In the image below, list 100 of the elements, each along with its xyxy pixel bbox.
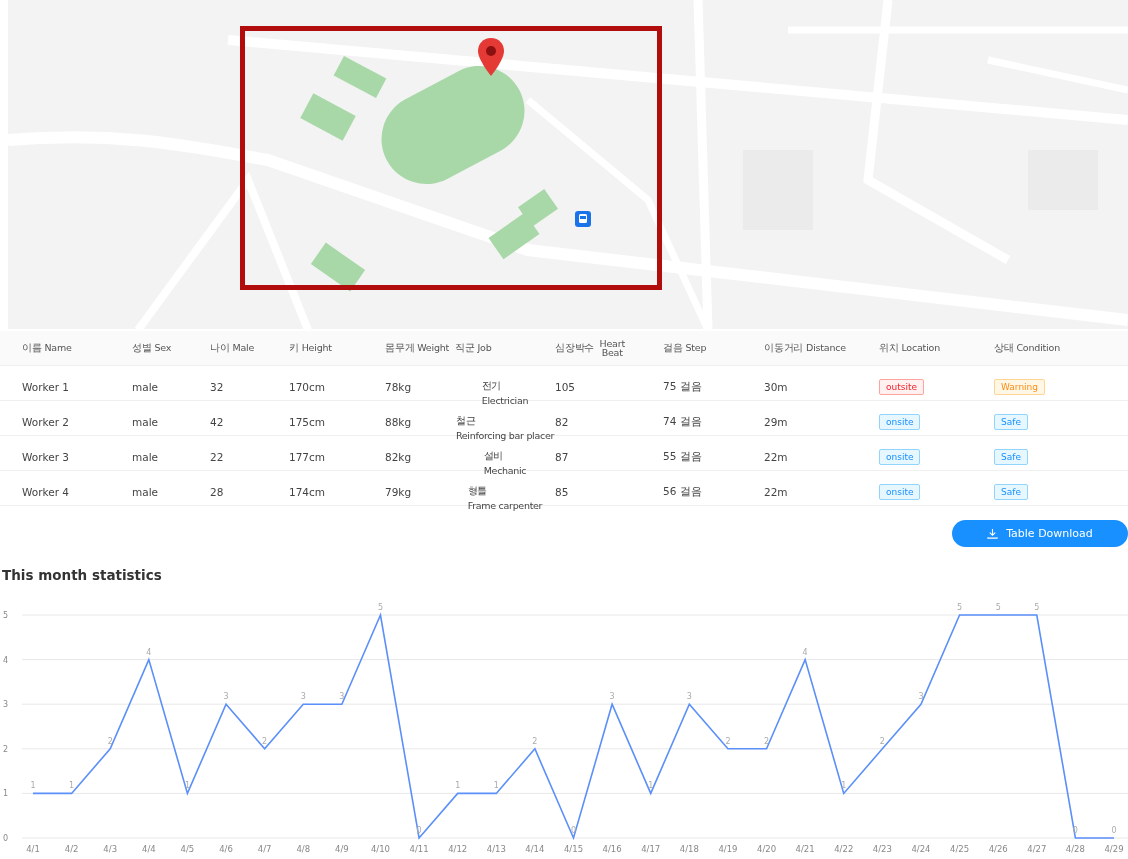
table-cell-text: 82: [555, 416, 570, 428]
axis-label: 4/19: [718, 844, 738, 854]
axis-label: 4/4: [142, 844, 156, 854]
data-label: 1: [493, 781, 499, 791]
axis-label: 4/14: [525, 844, 545, 854]
table-cell-text: male: [132, 416, 160, 428]
table-cell-text: 177cm: [289, 451, 327, 463]
data-label: 3: [300, 692, 306, 702]
axis-label: 4/28: [1065, 844, 1085, 854]
column-header: 성별 Sex: [132, 341, 172, 355]
table-cell-text: Worker 4: [22, 486, 70, 498]
table-cell-text: Worker 3: [22, 451, 70, 463]
column-header: 이동거리 Distance: [764, 341, 846, 355]
axis-label: 4/21: [795, 844, 815, 854]
data-label: 1: [841, 781, 847, 791]
axis-label: 4/23: [872, 844, 892, 854]
data-label: 2: [532, 736, 538, 746]
table-cell-text: 78kg: [385, 381, 413, 393]
axis-label: 4/20: [757, 844, 777, 854]
column-header: 몸무게 Weight: [385, 341, 450, 355]
data-label: 3: [609, 692, 615, 702]
axis-label: 4/17: [641, 844, 661, 854]
axis-label: 4/3: [103, 844, 118, 854]
axis-label: 1: [3, 789, 9, 799]
table-cell-text: 22m: [764, 451, 789, 463]
axis-label: 4/7: [257, 844, 272, 854]
condition-tag: Warning: [994, 379, 1045, 395]
table-cell-text: 철근 Reinforcing bar placer: [455, 414, 555, 443]
axis-label: 4/9: [335, 844, 349, 854]
axis-label: 4/16: [602, 844, 622, 854]
table-cell-text: 105: [555, 381, 577, 393]
table-cell-text: 174cm: [289, 486, 327, 498]
axis-label: 4/26: [988, 844, 1008, 854]
condition-tag: Safe: [994, 414, 1028, 430]
data-label: 2: [107, 736, 113, 746]
axis-label: 4/24: [911, 844, 931, 854]
download-button[interactable]: Table Download: [952, 520, 1128, 547]
table-cell-text: 29m: [764, 416, 789, 428]
data-label: 3: [339, 692, 345, 702]
axis-label: 2: [3, 744, 9, 754]
table-cell-text: 22m: [764, 486, 789, 498]
axis-label: 4/22: [834, 844, 854, 854]
table-cell-text: 30m: [764, 381, 789, 393]
location-tag: onsite: [879, 449, 921, 465]
table-cell-text: 88kg: [385, 416, 413, 428]
table-cell-text: 75 걸음: [663, 380, 703, 394]
axis-label: 0: [3, 834, 9, 843]
download-icon: [987, 528, 999, 539]
table-cell-text: 32: [210, 381, 225, 393]
table-cell-text: 79kg: [385, 486, 413, 498]
table-cell-text: 85: [555, 486, 570, 498]
axis-label: 4/11: [409, 844, 429, 854]
table-cell-text: 전기 Electrician: [481, 379, 529, 408]
data-label: 0: [1072, 826, 1078, 835]
data-label: 4: [146, 647, 152, 657]
table-cell-text: 형틀 Frame carpenter: [467, 484, 543, 513]
table-cell-text: male: [132, 381, 160, 393]
table-cell-text: 22: [210, 451, 225, 463]
data-label: 2: [262, 736, 268, 746]
data-label: 2: [879, 736, 885, 746]
axis-label: 4/25: [950, 844, 970, 854]
bus-stop-icon: [575, 211, 591, 227]
axis-label: 4/6: [219, 844, 233, 854]
data-label: 5: [957, 603, 963, 612]
table-cell-text: male: [132, 451, 160, 463]
data-label: 2: [725, 736, 731, 746]
axis-label: 4/1: [26, 844, 40, 854]
axis-label: 4/12: [448, 844, 468, 854]
condition-tag: Safe: [994, 449, 1028, 465]
axis-label: 4/13: [486, 844, 506, 854]
location-tag: outsite: [879, 379, 924, 395]
column-header: 걸음 Step: [663, 341, 707, 355]
axis-label: 4: [3, 655, 9, 665]
table-cell-text: 42: [210, 416, 225, 428]
data-label: 0: [1111, 826, 1117, 835]
table-cell-text: 175cm: [289, 416, 327, 428]
column-header: 위치 Location: [879, 341, 941, 355]
table-cell-text: 설비 Mechanic: [483, 449, 527, 478]
axis-label: 4/10: [370, 844, 390, 854]
data-label: 5: [995, 603, 1001, 612]
data-label: 5: [377, 603, 383, 612]
axis-label: 4/2: [64, 844, 79, 854]
table-cell-text: Worker 2: [22, 416, 70, 428]
table-cell-text: 74 걸음: [663, 415, 703, 429]
table-cell-text: 82kg: [385, 451, 413, 463]
axis-label: 4/5: [180, 844, 195, 854]
data-label: 3: [223, 692, 229, 702]
axis-label: 4/15: [563, 844, 584, 854]
column-header: 직군 Job: [455, 341, 492, 355]
section-title: This month statistics: [2, 567, 163, 583]
table-cell-text: 28: [210, 486, 225, 498]
data-label: 0: [416, 826, 422, 835]
axis-label: 4/8: [296, 844, 311, 854]
data-label: 1: [30, 781, 36, 791]
data-label: 1: [455, 781, 461, 791]
data-label: 5: [1034, 603, 1040, 612]
location-tag: onsite: [879, 414, 921, 430]
column-header: 상태 Condition: [994, 341, 1060, 355]
column-header: 키 Height: [289, 341, 332, 355]
axis-label: 4/18: [679, 844, 699, 854]
